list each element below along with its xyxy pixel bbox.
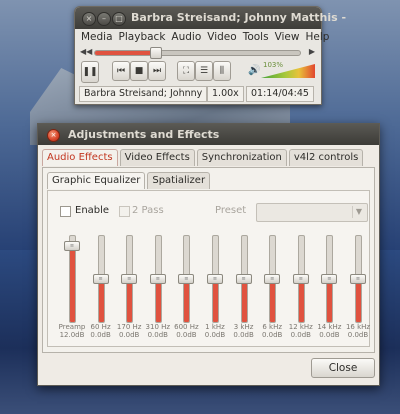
eq-slider-fill bbox=[213, 279, 218, 322]
fullscreen-button[interactable]: ⛶ bbox=[177, 61, 195, 81]
chevron-down-icon[interactable]: ▼ bbox=[352, 206, 365, 218]
vlc-window: × – □ Barbra Streisand; Johnny Matthis -… bbox=[74, 6, 346, 105]
now-playing-label: Barbra Streisand; Johnny M bbox=[79, 86, 207, 102]
eq-slider-fill bbox=[270, 279, 276, 322]
next-button[interactable]: ⏭ bbox=[148, 61, 166, 81]
eq-slider-fill bbox=[127, 279, 133, 322]
audio-effects-panel: Graphic Equalizer Spatializer Enable 2 P… bbox=[42, 167, 375, 353]
eq-slider-handle[interactable]: ≡ bbox=[92, 274, 109, 284]
eq-slider-fill bbox=[356, 279, 361, 322]
tab-spatializer[interactable]: Spatializer bbox=[147, 172, 211, 189]
menu-help[interactable]: Help bbox=[302, 29, 332, 45]
eq-slider-fill bbox=[98, 279, 104, 322]
equalizer-bands: ≡ Preamp 12.0dB ≡ 60 Hz 0.0dB ≡ 170 Hz 0.0dB ≡ 310… bbox=[48, 231, 372, 343]
vlc-menubar: Media Playback Audio Video Tools View He… bbox=[75, 29, 329, 45]
window-close-icon[interactable]: × bbox=[82, 12, 96, 26]
eq-slider-handle[interactable]: ≡ bbox=[207, 274, 223, 284]
eq-band-frequency: 16 kHz bbox=[345, 323, 371, 331]
previous-button[interactable]: ⏮ bbox=[112, 61, 130, 81]
eq-slider-handle[interactable]: ≡ bbox=[178, 274, 195, 284]
eq-band-value: 0.0dB bbox=[347, 331, 369, 339]
menu-video[interactable]: Video bbox=[204, 29, 239, 45]
adjustments-dialog: × Adjustments and Effects Audio Effects … bbox=[37, 123, 380, 386]
dialog-title: Adjustments and Effects bbox=[68, 128, 220, 141]
eq-slider-fill bbox=[298, 279, 304, 322]
enable-checkbox[interactable] bbox=[60, 206, 71, 217]
eq-slider-handle[interactable]: ≡ bbox=[264, 274, 281, 284]
extended-settings-button[interactable]: ⫼ bbox=[213, 61, 231, 81]
audio-subtabs: Graphic Equalizer Spatializer bbox=[47, 172, 211, 189]
eq-slider-handle[interactable]: ≡ bbox=[149, 274, 166, 284]
two-pass-label: 2 Pass bbox=[132, 205, 164, 216]
menu-audio[interactable]: Audio bbox=[168, 29, 204, 45]
eq-slider-handle[interactable]: ≡ bbox=[321, 274, 338, 284]
volume-percent: 103% bbox=[263, 61, 284, 69]
eq-band: ≡ 16 kHz 0.0dB bbox=[344, 231, 372, 343]
tab-graphic-equalizer[interactable]: Graphic Equalizer bbox=[47, 172, 146, 189]
preset-label: Preset bbox=[215, 205, 247, 216]
tab-audio-effects[interactable]: Audio Effects bbox=[42, 149, 118, 166]
vlc-window-title: Barbra Streisand; Johnny Matthis - bbox=[131, 11, 347, 24]
status-bar: Barbra Streisand; Johnny M 1.00x 01:14/0… bbox=[75, 85, 321, 103]
equalizer-panel: Enable 2 Pass Preset ▼ ≡ Preamp 12.0dB ≡ 60 … bbox=[47, 190, 370, 347]
eq-slider-fill bbox=[241, 279, 247, 322]
seek-forward-icon[interactable]: ▶ bbox=[309, 47, 315, 56]
tab-v4l2-controls[interactable]: v4l2 controls bbox=[288, 149, 364, 166]
seek-row: ◀◀ ▶ bbox=[75, 45, 321, 59]
playlist-button[interactable]: ☰ bbox=[195, 61, 213, 81]
window-minimize-icon[interactable]: – bbox=[97, 12, 111, 26]
seek-back-icon[interactable]: ◀◀ bbox=[80, 47, 92, 56]
eq-band-label: 16 kHz 0.0dB bbox=[338, 323, 378, 339]
time-display[interactable]: 01:14/04:45 bbox=[246, 86, 314, 102]
preset-select[interactable]: ▼ bbox=[256, 203, 368, 222]
vlc-titlebar[interactable]: × – □ Barbra Streisand; Johnny Matthis - bbox=[75, 7, 346, 29]
seek-slider[interactable] bbox=[94, 47, 301, 59]
seek-handle[interactable] bbox=[150, 47, 162, 59]
eq-slider-fill bbox=[155, 279, 161, 322]
eq-slider-handle[interactable]: ≡ bbox=[235, 274, 252, 284]
menu-tools[interactable]: Tools bbox=[240, 29, 272, 45]
menu-view[interactable]: View bbox=[272, 29, 303, 45]
two-pass-checkbox[interactable] bbox=[119, 206, 130, 217]
seek-progress bbox=[95, 51, 153, 55]
dialog-close-icon[interactable]: × bbox=[47, 129, 60, 142]
menu-media[interactable]: Media bbox=[78, 29, 116, 45]
eq-slider-handle[interactable]: ≡ bbox=[350, 274, 366, 284]
eq-slider-handle[interactable]: ≡ bbox=[292, 274, 309, 284]
eq-slider-fill bbox=[70, 246, 75, 322]
dialog-titlebar[interactable]: × Adjustments and Effects bbox=[38, 124, 379, 145]
eq-slider-handle[interactable]: ≡ bbox=[64, 241, 80, 252]
enable-label[interactable]: Enable bbox=[75, 205, 109, 216]
menu-playback[interactable]: Playback bbox=[116, 29, 169, 45]
eq-slider-handle[interactable]: ≡ bbox=[121, 274, 138, 284]
window-maximize-icon[interactable]: □ bbox=[112, 12, 126, 26]
eq-slider-fill bbox=[184, 279, 190, 322]
effects-tabs: Audio Effects Video Effects Synchronizat… bbox=[42, 149, 364, 166]
eq-slider-fill bbox=[327, 279, 333, 322]
tab-synchronization[interactable]: Synchronization bbox=[196, 149, 287, 166]
pause-button[interactable]: ❚❚ bbox=[81, 61, 99, 83]
stop-button[interactable]: ■ bbox=[130, 61, 148, 81]
playback-rate[interactable]: 1.00x bbox=[207, 86, 244, 102]
playback-controls: ❚❚ ⏮ ■ ⏭ ⛶ ☰ ⫼ 🔊 103% bbox=[75, 59, 321, 85]
equalizer-options: Enable 2 Pass Preset ▼ bbox=[60, 203, 368, 222]
tab-video-effects[interactable]: Video Effects bbox=[119, 149, 195, 166]
close-button[interactable]: Close bbox=[311, 358, 375, 378]
speaker-icon[interactable]: 🔊 bbox=[248, 65, 260, 76]
